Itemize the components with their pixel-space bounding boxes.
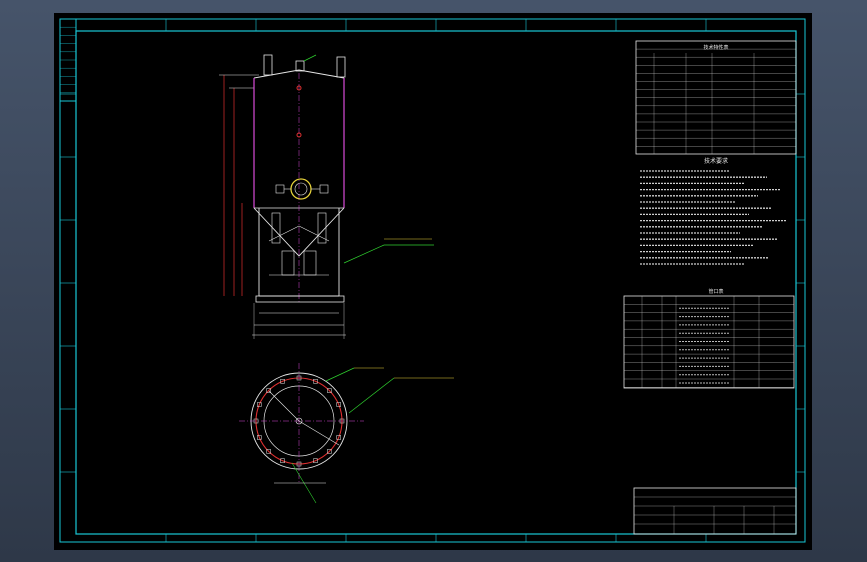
tank-plan-view: [239, 363, 454, 504]
sheet-inner-border: [75, 30, 797, 535]
border-zone-marks: [60, 19, 805, 542]
tech-table-title: 技术特性表: [703, 44, 728, 51]
tank-elevation-view: [219, 54, 434, 339]
technical-requirements: 技术要求: [640, 157, 786, 265]
nozzle-table: 管口表: [623, 288, 795, 389]
drawing-canvas[interactable]: 技术特性表 技术要求 管口表: [54, 13, 812, 550]
cad-viewport[interactable]: 技术特性表 技术要求 管口表: [0, 0, 867, 562]
title-block: [633, 487, 797, 535]
tech-req-title: 技术要求: [704, 157, 728, 165]
parts-table-title: 管口表: [708, 288, 723, 295]
drawing-svg: 技术特性表 技术要求 管口表: [59, 18, 806, 543]
technical-data-table: 技术特性表: [635, 40, 797, 155]
sheet-outer-border: [59, 18, 806, 543]
top-left-strip: [59, 18, 77, 102]
